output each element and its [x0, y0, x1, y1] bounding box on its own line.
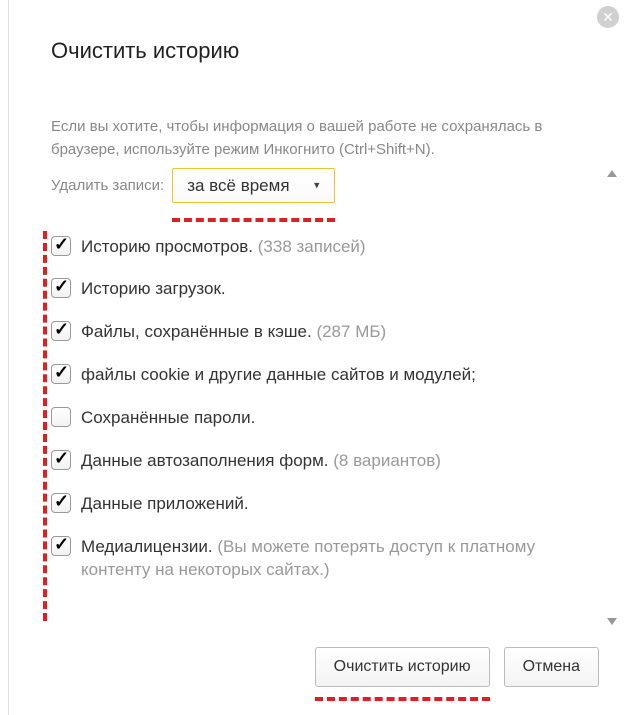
item-label-main: файлы cookie и другие данные сайтов и мо… [81, 365, 476, 384]
checkbox[interactable] [51, 321, 71, 341]
item-label-main: Медиалицензии. [81, 537, 213, 556]
item-label-main: Файлы, сохранённые в кэше. [81, 322, 312, 341]
clear-history-button[interactable]: Очистить историю [315, 647, 490, 687]
checkbox[interactable] [51, 278, 71, 298]
item-label-extra: (8 вариантов) [329, 451, 441, 470]
list-item: Данные автозаполнения форм. (8 вариантов… [51, 450, 597, 473]
item-label: Историю просмотров. (338 записей) [81, 236, 366, 259]
list-item: Историю загрузок. [51, 278, 597, 301]
dialog-body: Если вы хотите, чтобы информация о вашей… [51, 115, 597, 695]
list-item: Медиалицензии. (Вы можете потерять досту… [51, 536, 597, 582]
item-label-main: Историю просмотров. [81, 237, 253, 256]
scroll-down-icon[interactable] [607, 618, 617, 625]
list-item: Историю просмотров. (338 записей) [51, 236, 597, 259]
item-label-extra: (338 записей) [253, 237, 366, 256]
chevron-down-icon: ▾ [314, 179, 320, 192]
item-label: Данные приложений. [81, 493, 249, 516]
cancel-button[interactable]: Отмена [504, 647, 599, 687]
annotation-underline [172, 218, 334, 222]
list-item: Данные приложений. [51, 493, 597, 516]
item-label: Файлы, сохранённые в кэше. (287 МБ) [81, 321, 386, 344]
annotation-vline [43, 231, 47, 621]
dialog-buttons: Очистить историю Отмена [315, 647, 599, 687]
checkbox[interactable] [51, 364, 71, 384]
checkbox-list: Историю просмотров. (338 записей)Историю… [51, 236, 597, 582]
delete-row: Удалить записи: за всё время ▾ [51, 176, 597, 196]
checkbox[interactable] [51, 236, 71, 256]
list-item: файлы cookie и другие данные сайтов и мо… [51, 364, 597, 387]
time-range-select[interactable]: за всё время ▾ [172, 168, 334, 203]
list-item: Файлы, сохранённые в кэше. (287 МБ) [51, 321, 597, 344]
checkbox[interactable] [51, 450, 71, 470]
time-range-wrap: за всё время ▾ [172, 176, 334, 196]
item-label: файлы cookie и другие данные сайтов и мо… [81, 364, 476, 387]
delete-label: Удалить записи: [51, 177, 164, 194]
item-label-main: Данные автозаполнения форм. [81, 451, 329, 470]
scroll-up-icon[interactable] [607, 170, 617, 177]
checkbox[interactable] [51, 536, 71, 556]
item-label-main: Историю загрузок. [81, 279, 226, 298]
dialog-title: Очистить историю [9, 0, 629, 64]
item-label: Медиалицензии. (Вы можете потерять досту… [81, 536, 597, 582]
item-label: Данные автозаполнения форм. (8 вариантов… [81, 450, 441, 473]
dialog-panel: ✕ Очистить историю Если вы хотите, чтобы… [8, 0, 629, 715]
item-label-main: Сохранённые пароли. [81, 408, 255, 427]
item-label: Сохранённые пароли. [81, 407, 255, 430]
checkbox[interactable] [51, 407, 71, 427]
list-item: Сохранённые пароли. [51, 407, 597, 430]
checkbox[interactable] [51, 493, 71, 513]
intro-text: Если вы хотите, чтобы информация о вашей… [51, 115, 597, 162]
item-label-main: Данные приложений. [81, 494, 249, 513]
item-label: Историю загрузок. [81, 278, 226, 301]
close-icon[interactable]: ✕ [597, 6, 619, 28]
item-label-extra: (287 МБ) [312, 322, 386, 341]
annotation-underline [315, 697, 490, 701]
time-range-value: за всё время [187, 176, 289, 195]
